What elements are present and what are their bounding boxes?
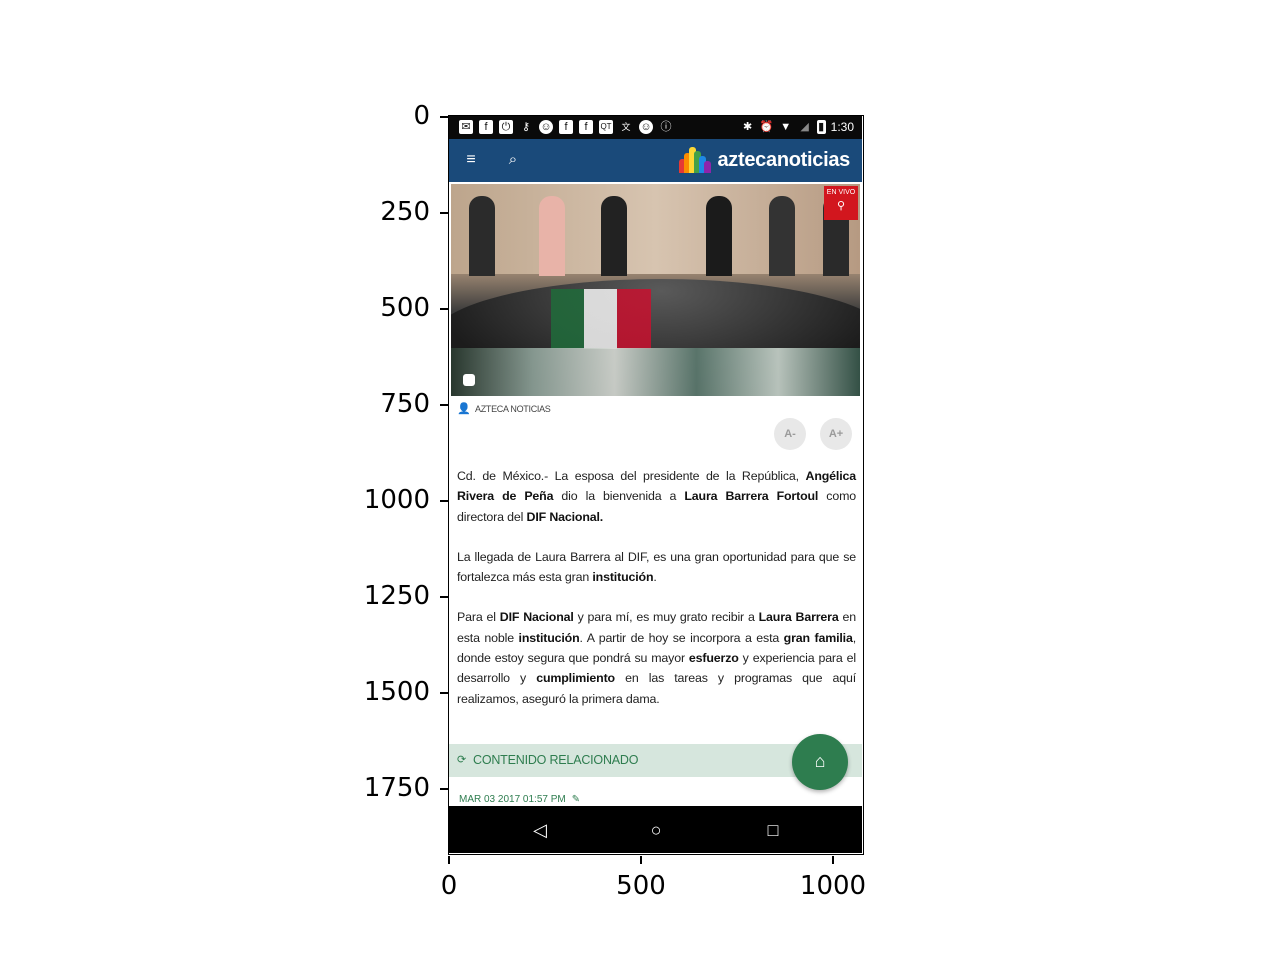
- author-label[interactable]: AZTECA NOTICIAS: [475, 404, 551, 414]
- x-tick-mark: [832, 856, 834, 864]
- facebook-icon: f: [579, 120, 593, 134]
- date-line: MAR 03 2017 01:57 PM ✎: [459, 794, 580, 805]
- qt-icon: QT: [599, 120, 613, 134]
- y-tick-label: 1500: [363, 677, 430, 707]
- mail-icon: ✉: [459, 120, 473, 134]
- hero-figure: [601, 196, 627, 276]
- y-tick-label: 1250: [363, 581, 430, 611]
- refresh-icon: ⟳: [457, 754, 467, 766]
- wifi-icon: ▼: [780, 121, 792, 133]
- facebook-icon: f: [479, 120, 493, 134]
- pencil-icon: ✎: [571, 794, 581, 805]
- hero-blur-strip: [451, 348, 860, 396]
- x-tick-label: 1000: [799, 871, 867, 901]
- user-icon: 👤: [457, 403, 471, 415]
- logo-text: aztecanoticias: [717, 148, 850, 171]
- smiley-icon: ☺: [639, 120, 653, 134]
- y-tick-mark: [440, 308, 448, 310]
- y-tick-mark: [440, 788, 448, 790]
- article-paragraph: Para el DIF Nacional y para mí, es muy g…: [457, 610, 856, 706]
- recents-icon[interactable]: □: [761, 818, 785, 842]
- plot-area: ✉ f ⏻ ⚷ ☺ f f QT 文 ☺ ⓘ ✱ ⏰ ▼ ◢ ▮ 1:30 ≡ …: [448, 115, 864, 855]
- date-text: MAR 03 2017 01:57 PM: [459, 794, 566, 805]
- flag-image: [551, 289, 651, 349]
- article-paragraph: La llegada de Laura Barrera al DIF, es u…: [457, 549, 856, 585]
- hero-figure: [769, 196, 795, 276]
- y-tick-label: 1750: [363, 773, 430, 803]
- y-tick-mark: [440, 212, 448, 214]
- figure: 0 250 500 750 1000 1250 1500 1750 0 500 …: [0, 0, 1280, 960]
- phone-screen: ✉ f ⏻ ⚷ ☺ f f QT 文 ☺ ⓘ ✱ ⏰ ▼ ◢ ▮ 1:30 ≡ …: [449, 116, 862, 853]
- x-tick-label: 500: [616, 871, 666, 901]
- x-tick-label: 0: [440, 871, 458, 901]
- home-fab-button[interactable]: ⌂: [792, 734, 848, 790]
- article-body: Cd. de México.- La esposa del presidente…: [457, 466, 856, 729]
- navigation-bar: ◁ ○ □: [449, 806, 862, 853]
- notification-icons: ✉ f ⏻ ⚷ ☺ f f QT 文 ☺ ⓘ: [459, 120, 673, 134]
- font-increase-button[interactable]: A+: [820, 418, 852, 450]
- back-icon[interactable]: ◁: [528, 818, 552, 842]
- related-content-label: CONTENIDO RELACIONADO: [473, 753, 639, 767]
- hero-image[interactable]: EN VIVO ⚲: [451, 184, 860, 396]
- y-tick-label: 0: [413, 101, 430, 131]
- logo-mark-icon: [679, 147, 713, 173]
- info-icon: ⓘ: [660, 121, 672, 133]
- article-paragraph: Cd. de México.- La esposa del presidente…: [457, 469, 857, 524]
- menu-icon[interactable]: ≡: [459, 148, 483, 172]
- search-icon[interactable]: ⌕: [501, 148, 525, 172]
- facebook-icon: f: [559, 120, 573, 134]
- alarm-icon: ⏰: [759, 121, 774, 133]
- key-icon: ⚷: [521, 121, 531, 133]
- hero-figure: [706, 196, 732, 276]
- logo[interactable]: aztecanoticias: [679, 147, 850, 173]
- status-bar: ✉ f ⏻ ⚷ ☺ f f QT 文 ☺ ⓘ ✱ ⏰ ▼ ◢ ▮ 1:30: [449, 116, 862, 139]
- live-badge[interactable]: EN VIVO ⚲: [824, 186, 858, 220]
- y-tick-label: 250: [380, 197, 430, 227]
- clock: 1:30: [830, 120, 854, 134]
- x-tick-mark: [448, 856, 450, 864]
- y-tick-label: 500: [380, 293, 430, 323]
- y-tick-mark: [440, 692, 448, 694]
- y-tick-label: 1000: [363, 485, 430, 515]
- x-tick-mark: [640, 856, 642, 864]
- live-icon: ⚲: [836, 200, 846, 212]
- y-tick-mark: [440, 500, 448, 502]
- smiley-icon: ☺: [539, 120, 553, 134]
- y-tick-mark: [440, 404, 448, 406]
- y-tick-mark: [440, 116, 448, 118]
- hero-figure: [469, 196, 495, 276]
- bluetooth-icon: ✱: [743, 121, 753, 133]
- font-decrease-button[interactable]: A-: [774, 418, 806, 450]
- app-bar: ≡ ⌕ aztecanoticias: [449, 139, 862, 182]
- system-icons: ✱ ⏰ ▼ ◢ ▮ 1:30: [741, 120, 854, 134]
- gallery-icon[interactable]: [463, 374, 475, 386]
- translate-icon: 文: [621, 122, 631, 132]
- power-icon: ⏻: [499, 120, 513, 134]
- battery-icon: ▮: [816, 120, 826, 134]
- no-signal-icon: ◢: [800, 121, 809, 133]
- y-tick-mark: [440, 596, 448, 598]
- live-label: EN VIVO: [826, 189, 856, 196]
- home-nav-icon[interactable]: ○: [644, 818, 668, 842]
- hero-figure: [539, 196, 565, 276]
- byline: 👤 AZTECA NOTICIAS: [457, 403, 551, 415]
- hero-background: [451, 184, 860, 274]
- y-tick-label: 750: [380, 389, 430, 419]
- home-icon: ⌂: [814, 751, 826, 771]
